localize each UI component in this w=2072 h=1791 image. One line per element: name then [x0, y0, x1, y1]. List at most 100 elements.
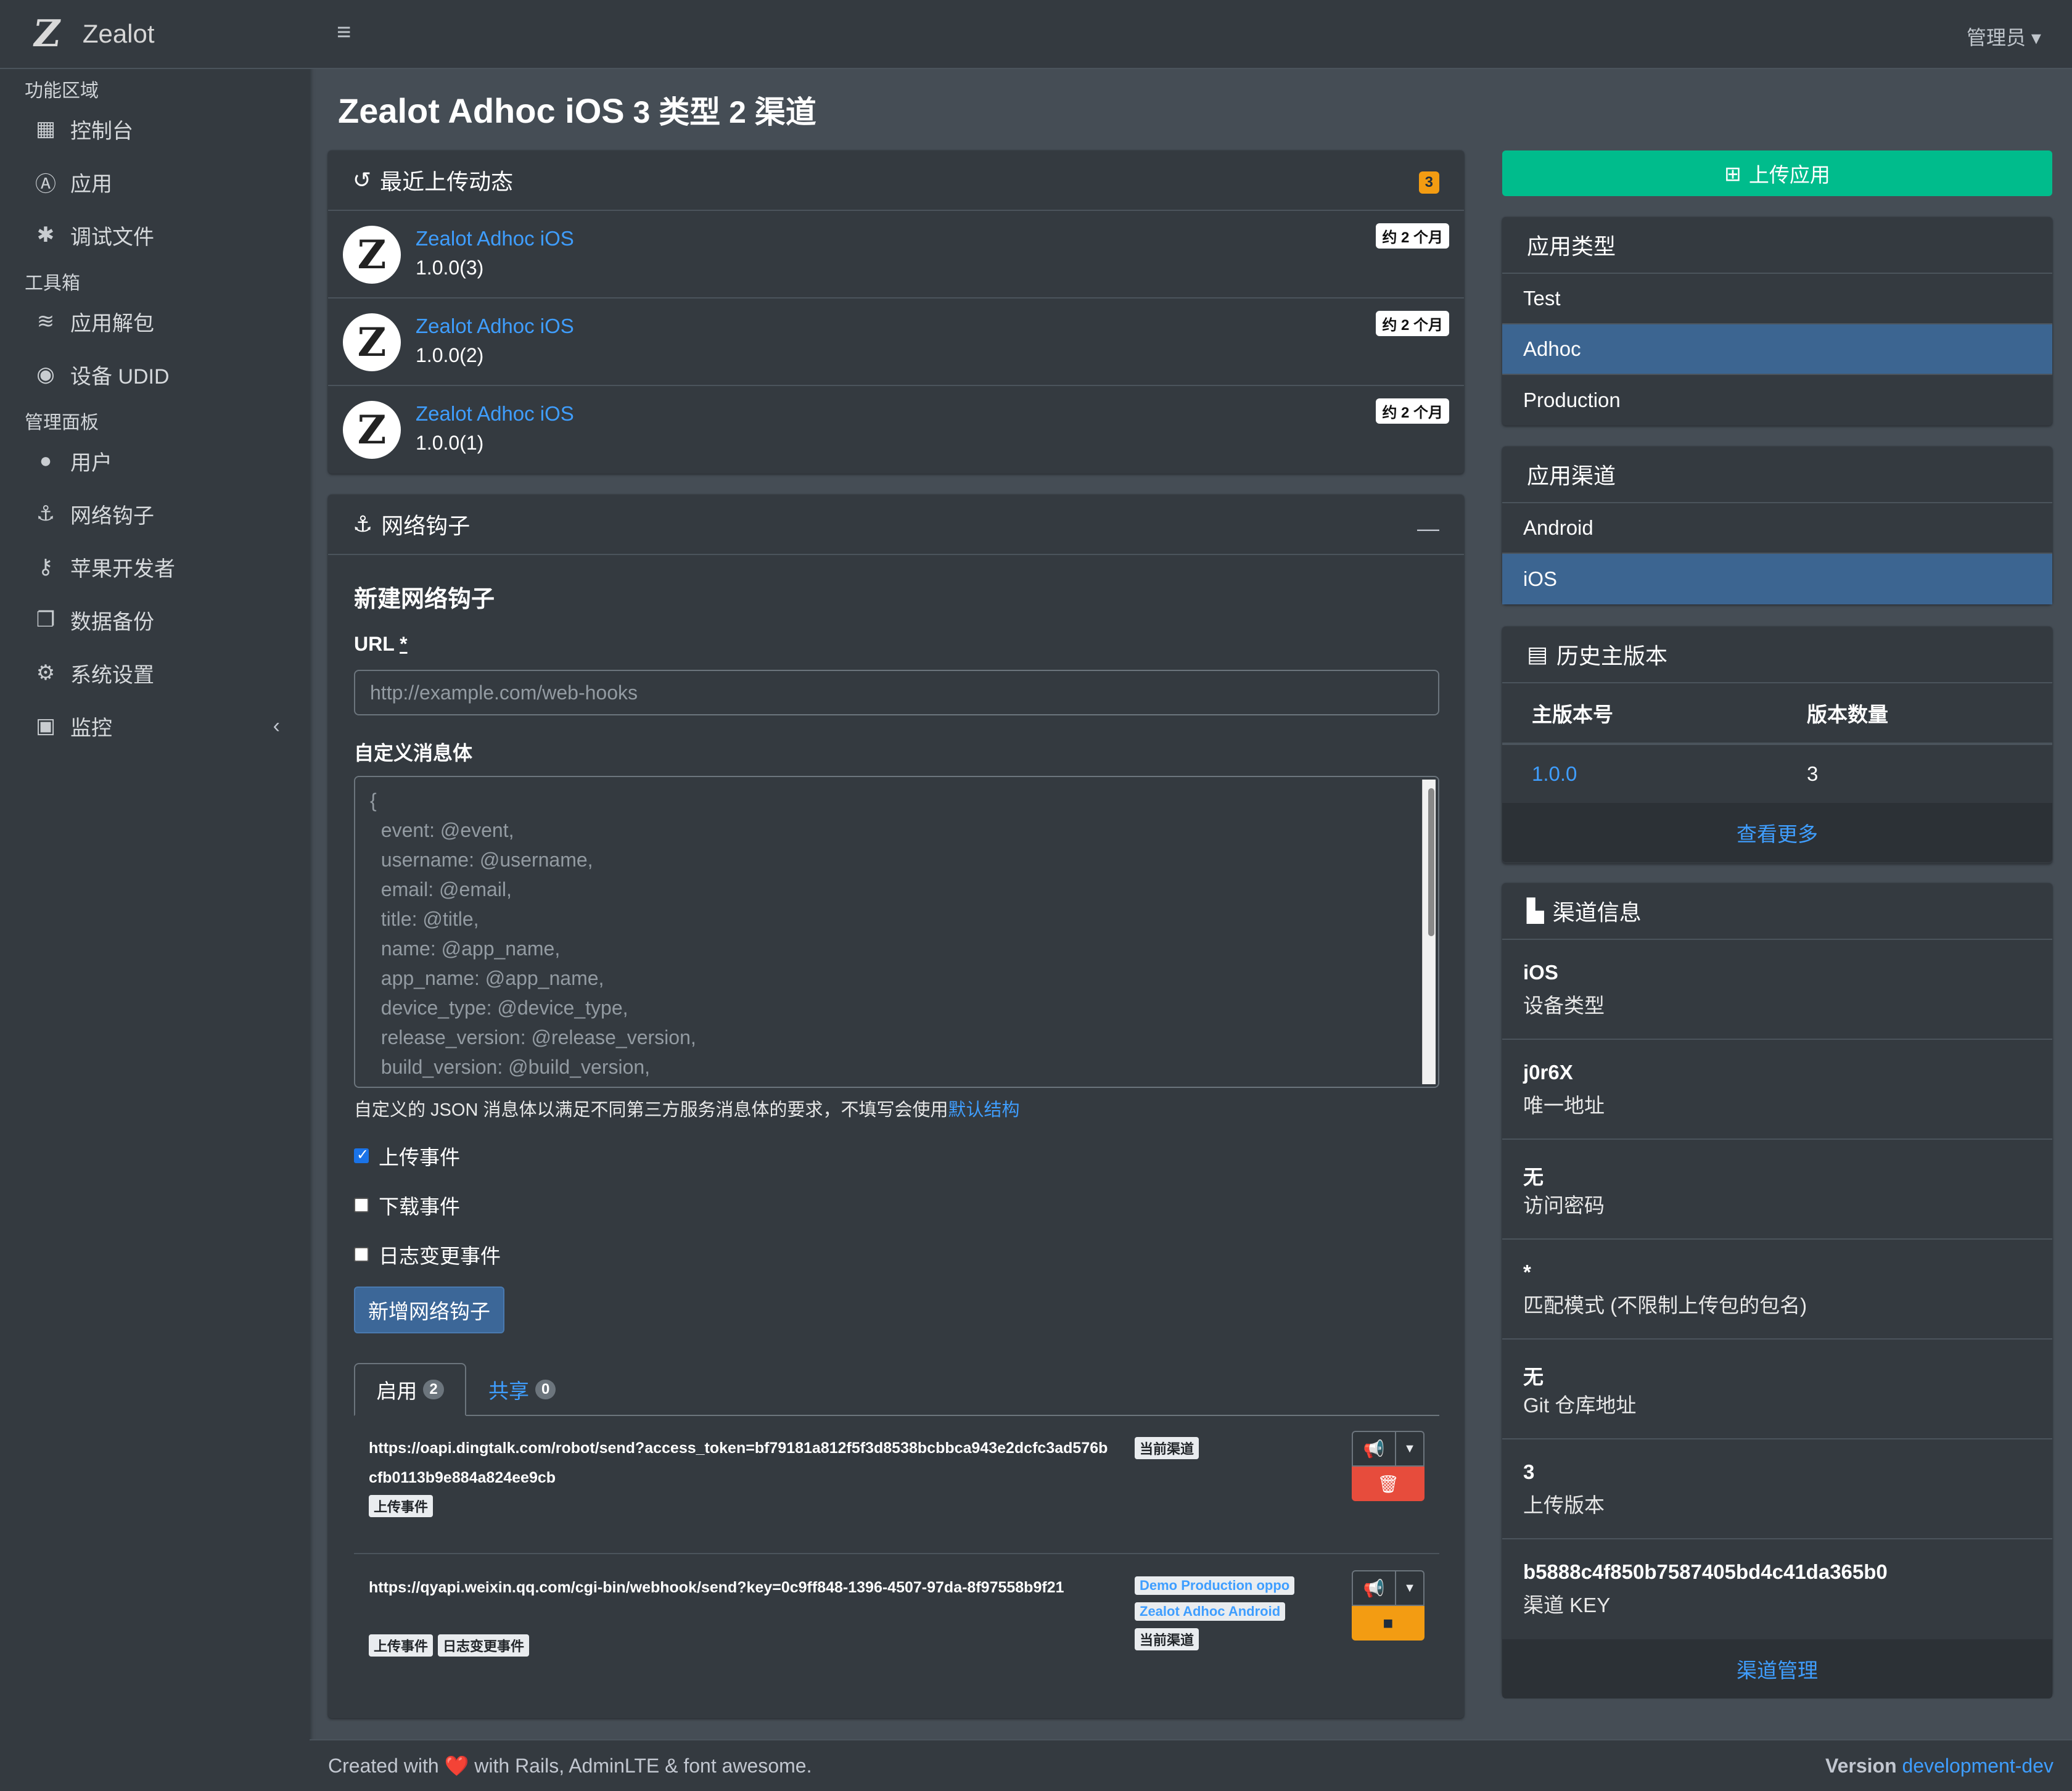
event-changelog-checkbox[interactable]: 日志变更事件: [354, 1240, 501, 1269]
tab-enabled[interactable]: 启用 2: [354, 1363, 466, 1416]
checkbox-label: 上传事件: [379, 1146, 460, 1169]
sidebar-item-settings[interactable]: ⚙ 系统设置: [0, 646, 310, 699]
trash-icon: 🗑: [1377, 1474, 1399, 1494]
channel-item-android[interactable]: Android: [1502, 503, 2052, 554]
disable-button[interactable]: ■: [1352, 1606, 1424, 1641]
info-item: * 匹配模式 (不限制上传包的包名): [1502, 1240, 2052, 1340]
delete-button[interactable]: 🗑: [1352, 1467, 1424, 1501]
megaphone-icon[interactable]: 📢: [1353, 1432, 1396, 1465]
app-link[interactable]: Zealot Adhoc iOS: [416, 402, 574, 426]
sidebar-item-monitor[interactable]: ▣ 监控 ‹: [0, 699, 310, 752]
sticky-note-icon: ▙: [1527, 898, 1544, 923]
channel-link[interactable]: Demo Production oppo: [1135, 1576, 1295, 1595]
json-body-textarea[interactable]: { event: @event, username: @username, em…: [354, 776, 1439, 1088]
footer-text: with Rails, AdminLTE & font awesome.: [469, 1755, 812, 1777]
sidebar-item-users[interactable]: ● 用户: [0, 434, 310, 487]
checkbox[interactable]: [354, 1146, 369, 1164]
sidebar-item-label: 系统设置: [70, 663, 154, 687]
view-more-link[interactable]: 查看更多: [1502, 803, 2052, 862]
tab-count: 2: [423, 1380, 444, 1399]
sidebar: Z Zealot 功能区域 ▦ 控制台 Ⓐ 应用 ✱ 调试文件 工具箱 ≋ 应用…: [0, 0, 310, 1791]
current-channel-tag: 当前渠道: [1135, 1628, 1199, 1650]
sidebar-item-label: 苹果开发者: [70, 557, 175, 581]
card-header: ▤ 历史主版本: [1502, 627, 2052, 683]
info-value: 无: [1523, 1166, 1544, 1188]
card-header: ↺ 最近上传动态 3: [328, 150, 1464, 211]
user-icon: ●: [39, 448, 52, 472]
app-logo-icon: Z: [343, 313, 401, 371]
sidebar-item-apps[interactable]: Ⓐ 应用: [0, 155, 310, 208]
sidebar-item-app-unpack[interactable]: ≋ 应用解包: [0, 295, 310, 348]
sidebar-item-udid[interactable]: ◉ 设备 UDID: [0, 348, 310, 401]
url-input[interactable]: [354, 670, 1439, 715]
caret-down-icon[interactable]: ▼: [1396, 1571, 1423, 1605]
sidebar-item-dashboard[interactable]: ▦ 控制台: [0, 102, 310, 155]
divider: [354, 1553, 1439, 1554]
card-title: 历史主版本: [1556, 643, 1668, 669]
version-count: 3: [1807, 762, 1819, 785]
help-text-body: 自定义的 JSON 消息体以满足不同第三方服务消息体的要求，不填写会使用: [354, 1100, 948, 1120]
info-item: j0r6X 唯一地址: [1502, 1040, 2052, 1140]
history-table: 主版本号 版本数量 1.0.0 3: [1502, 683, 2052, 803]
version-link[interactable]: 1.0.0: [1532, 762, 1577, 785]
tab-label: 共享: [488, 1380, 529, 1402]
brand[interactable]: Z Zealot: [0, 0, 310, 69]
checkbox[interactable]: [354, 1247, 369, 1262]
sidebar-item-debug-files[interactable]: ✱ 调试文件: [0, 208, 310, 261]
webhook-url: https://oapi.dingtalk.com/robot/send?acc…: [369, 1439, 1108, 1486]
webhook-channels: 当前渠道: [1135, 1437, 1204, 1459]
topbar: ≡ 管理员 ▾: [310, 0, 2072, 69]
chevron-left-icon[interactable]: ‹: [273, 714, 280, 738]
info-value: j0r6X: [1523, 1061, 1573, 1084]
type-item-adhoc[interactable]: Adhoc: [1502, 324, 2052, 375]
info-item: iOS 设备类型: [1502, 940, 2052, 1040]
sidebar-item-backup[interactable]: ❐ 数据备份: [0, 593, 310, 646]
event-tag: 日志变更事件: [438, 1634, 530, 1657]
test-button-group: 📢 ▼: [1352, 1431, 1424, 1467]
app-link[interactable]: Zealot Adhoc iOS: [416, 315, 574, 338]
card-title: 应用类型: [1527, 234, 1616, 259]
sidebar-item-apple-developer[interactable]: ⚷ 苹果开发者: [0, 540, 310, 593]
caret-down-icon[interactable]: ▼: [1396, 1432, 1423, 1465]
footer: Created with ❤️ with Rails, AdminLTE & f…: [310, 1739, 2072, 1791]
info-label: 上传版本: [1523, 1494, 1605, 1517]
type-item-test[interactable]: Test: [1502, 274, 2052, 324]
hamburger-menu-icon[interactable]: ≡: [337, 19, 351, 46]
channel-link[interactable]: Zealot Adhoc Android: [1135, 1602, 1286, 1621]
body-label: 自定义消息体: [354, 742, 473, 764]
event-upload-checkbox[interactable]: 上传事件: [354, 1141, 460, 1171]
info-item: 3 上传版本: [1502, 1439, 2052, 1539]
sidebar-menu: 功能区域 ▦ 控制台 Ⓐ 应用 ✱ 调试文件 工具箱 ≋ 应用解包 ◉ 设备 U…: [0, 69, 310, 752]
webhook-channels: Demo Production oppo Zealot Adhoc Androi…: [1135, 1576, 1295, 1650]
info-label: 匹配模式 (不限制上传包的包名): [1523, 1294, 1807, 1317]
megaphone-icon[interactable]: 📢: [1353, 1571, 1396, 1605]
upload-app-button[interactable]: ⊞ 上传应用: [1502, 150, 2052, 196]
bug-icon: ✱: [36, 223, 55, 247]
channel-item-ios[interactable]: iOS: [1502, 554, 2052, 604]
event-download-checkbox[interactable]: 下载事件: [354, 1190, 460, 1220]
time-badge: 约 2 个月: [1376, 398, 1449, 424]
version-link[interactable]: development-dev: [1902, 1755, 2054, 1777]
list-item: Z Zealot Adhoc iOS 1.0.0(2) 约 2 个月: [328, 298, 1464, 386]
plus-square-icon: ⊞: [1724, 162, 1741, 185]
info-label: 访问密码: [1523, 1194, 1605, 1217]
channel-manage-link[interactable]: 渠道管理: [1502, 1639, 2052, 1698]
collapse-icon[interactable]: —: [1417, 516, 1439, 541]
default-structure-link[interactable]: 默认结构: [948, 1100, 1019, 1120]
add-webhook-button[interactable]: 新增网络钩子: [354, 1287, 504, 1333]
grid-icon: ▦: [35, 117, 56, 141]
user-menu[interactable]: 管理员 ▾: [1967, 22, 2041, 51]
type-item-production[interactable]: Production: [1502, 375, 2052, 426]
info-item: 无 Git 仓库地址: [1502, 1340, 2052, 1439]
tabs-divider: [354, 1415, 1439, 1416]
sidebar-item-webhooks[interactable]: ⚓ 网络钩子: [0, 487, 310, 540]
app-link[interactable]: Zealot Adhoc iOS: [416, 227, 574, 250]
scroll-thumb[interactable]: [1428, 788, 1434, 936]
app-version: 1.0.0(1): [416, 432, 484, 454]
card-header: 应用渠道: [1502, 447, 2052, 503]
recent-uploads-card: ↺ 最近上传动态 3 Z Zealot Adhoc iOS 1.0.0(3) 约…: [328, 150, 1464, 474]
footer-version: Version development-dev: [1825, 1755, 2054, 1777]
checkbox[interactable]: [354, 1198, 369, 1213]
tab-shared[interactable]: 共享 0: [488, 1363, 556, 1416]
card-title: 网络钩子: [381, 513, 471, 538]
